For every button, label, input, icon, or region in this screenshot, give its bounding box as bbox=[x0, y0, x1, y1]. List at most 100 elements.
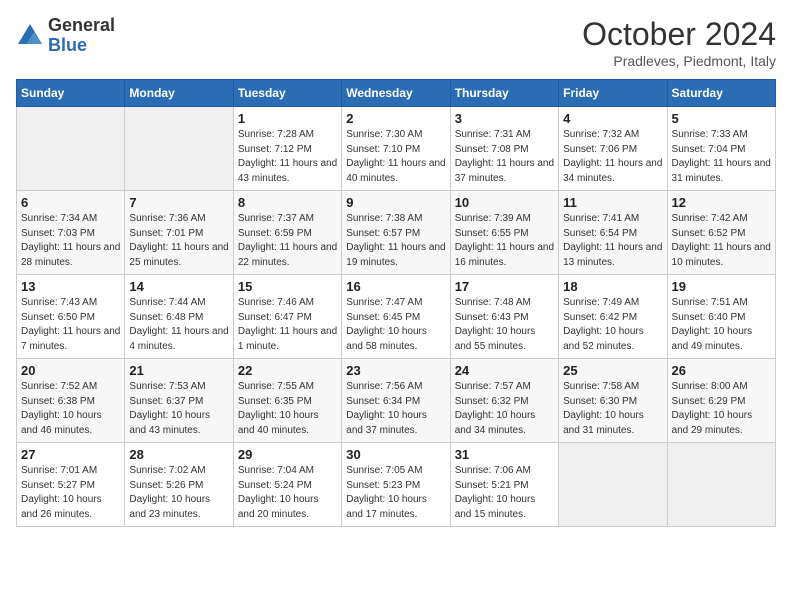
day-detail: Sunrise: 7:33 AMSunset: 7:04 PMDaylight:… bbox=[672, 128, 771, 186]
day-number: 26 bbox=[672, 363, 771, 378]
day-number: 18 bbox=[563, 279, 662, 294]
calendar-week-5: 27 Sunrise: 7:01 AMSunset: 5:27 PMDayligh… bbox=[17, 443, 776, 527]
calendar-cell: 6Sunrise: 7:34 AMSunset: 7:03 PMDaylight… bbox=[17, 191, 125, 275]
calendar-cell bbox=[559, 443, 667, 527]
calendar-cell bbox=[667, 443, 775, 527]
day-detail: Sunrise: 7:44 AMSunset: 6:48 PMDaylight:… bbox=[129, 296, 228, 354]
day-detail: Sunrise: 7:55 AMSunset: 6:35 PMDaylight:… bbox=[238, 380, 337, 438]
day-detail: Sunrise: 7:32 AMSunset: 7:06 PMDaylight:… bbox=[563, 128, 662, 186]
day-number: 13 bbox=[21, 279, 120, 294]
day-number: 28 bbox=[129, 447, 228, 462]
calendar-week-2: 6Sunrise: 7:34 AMSunset: 7:03 PMDaylight… bbox=[17, 191, 776, 275]
logo-general: General bbox=[48, 15, 115, 35]
day-detail: Sunrise: 7:31 AMSunset: 7:08 PMDaylight:… bbox=[455, 128, 554, 186]
calendar-cell: 7Sunrise: 7:36 AMSunset: 7:01 PMDaylight… bbox=[125, 191, 233, 275]
day-detail: Sunrise: 7:38 AMSunset: 6:57 PMDaylight:… bbox=[346, 212, 445, 270]
day-detail: Sunrise: 7:58 AMSunset: 6:30 PMDaylight:… bbox=[563, 380, 662, 438]
calendar-week-4: 20 Sunrise: 7:52 AMSunset: 6:38 PMDayligh… bbox=[17, 359, 776, 443]
calendar-cell: 23 Sunrise: 7:56 AMSunset: 6:34 PMDayligh… bbox=[342, 359, 450, 443]
calendar-cell: 2 Sunrise: 7:30 AMSunset: 7:10 PMDaylight… bbox=[342, 107, 450, 191]
day-detail: Sunrise: 7:56 AMSunset: 6:34 PMDaylight:… bbox=[346, 380, 445, 438]
day-number: 8 bbox=[238, 195, 337, 210]
col-header-tuesday: Tuesday bbox=[233, 80, 341, 107]
day-detail: Sunrise: 7:39 AMSunset: 6:55 PMDaylight:… bbox=[455, 212, 554, 270]
col-header-wednesday: Wednesday bbox=[342, 80, 450, 107]
day-number: 30 bbox=[346, 447, 445, 462]
day-detail: Sunrise: 7:36 AMSunset: 7:01 PMDaylight:… bbox=[129, 212, 228, 270]
day-number: 14 bbox=[129, 279, 228, 294]
day-number: 24 bbox=[455, 363, 554, 378]
calendar-cell: 4Sunrise: 7:32 AMSunset: 7:06 PMDaylight… bbox=[559, 107, 667, 191]
logo-blue: Blue bbox=[48, 35, 87, 55]
day-number: 31 bbox=[455, 447, 554, 462]
day-detail: Sunrise: 7:30 AMSunset: 7:10 PMDaylight:… bbox=[346, 128, 445, 186]
calendar-cell: 15 Sunrise: 7:46 AMSunset: 6:47 PMDayligh… bbox=[233, 275, 341, 359]
calendar-cell: 8 Sunrise: 7:37 AMSunset: 6:59 PMDaylight… bbox=[233, 191, 341, 275]
day-detail: Sunrise: 7:51 AMSunset: 6:40 PMDaylight:… bbox=[672, 296, 771, 354]
calendar-cell: 30Sunrise: 7:05 AMSunset: 5:23 PMDayligh… bbox=[342, 443, 450, 527]
day-number: 23 bbox=[346, 363, 445, 378]
col-header-saturday: Saturday bbox=[667, 80, 775, 107]
day-number: 25 bbox=[563, 363, 662, 378]
day-detail: Sunrise: 7:43 AMSunset: 6:50 PMDaylight:… bbox=[21, 296, 120, 354]
logo-text: General Blue bbox=[48, 16, 115, 56]
day-detail: Sunrise: 7:42 AMSunset: 6:52 PMDaylight:… bbox=[672, 212, 771, 270]
calendar-cell: 29Sunrise: 7:04 AMSunset: 5:24 PMDayligh… bbox=[233, 443, 341, 527]
page-header: General Blue October 2024 Pradleves, Pie… bbox=[16, 16, 776, 69]
calendar-cell: 9 Sunrise: 7:38 AMSunset: 6:57 PMDaylight… bbox=[342, 191, 450, 275]
calendar-cell: 10 Sunrise: 7:39 AMSunset: 6:55 PMDayligh… bbox=[450, 191, 558, 275]
calendar-cell: 5Sunrise: 7:33 AMSunset: 7:04 PMDaylight… bbox=[667, 107, 775, 191]
day-detail: Sunrise: 7:02 AMSunset: 5:26 PMDaylight:… bbox=[129, 464, 228, 522]
day-detail: Sunrise: 8:00 AMSunset: 6:29 PMDaylight:… bbox=[672, 380, 771, 438]
calendar-cell: 20 Sunrise: 7:52 AMSunset: 6:38 PMDayligh… bbox=[17, 359, 125, 443]
calendar-cell: 1 Sunrise: 7:28 AMSunset: 7:12 PMDaylight… bbox=[233, 107, 341, 191]
calendar-cell: 16Sunrise: 7:47 AMSunset: 6:45 PMDayligh… bbox=[342, 275, 450, 359]
calendar-cell: 24 Sunrise: 7:57 AMSunset: 6:32 PMDayligh… bbox=[450, 359, 558, 443]
calendar-cell: 31 Sunrise: 7:06 AMSunset: 5:21 PMDayligh… bbox=[450, 443, 558, 527]
day-number: 27 bbox=[21, 447, 120, 462]
calendar-cell: 12 Sunrise: 7:42 AMSunset: 6:52 PMDayligh… bbox=[667, 191, 775, 275]
day-detail: Sunrise: 7:01 AMSunset: 5:27 PMDaylight:… bbox=[21, 464, 120, 522]
col-header-friday: Friday bbox=[559, 80, 667, 107]
day-number: 3 bbox=[455, 111, 554, 126]
calendar-cell bbox=[17, 107, 125, 191]
col-header-sunday: Sunday bbox=[17, 80, 125, 107]
day-detail: Sunrise: 7:53 AMSunset: 6:37 PMDaylight:… bbox=[129, 380, 228, 438]
day-number: 2 bbox=[346, 111, 445, 126]
col-header-thursday: Thursday bbox=[450, 80, 558, 107]
day-detail: Sunrise: 7:52 AMSunset: 6:38 PMDaylight:… bbox=[21, 380, 120, 438]
title-block: October 2024 Pradleves, Piedmont, Italy bbox=[582, 16, 776, 69]
day-number: 12 bbox=[672, 195, 771, 210]
day-detail: Sunrise: 7:34 AMSunset: 7:03 PMDaylight:… bbox=[21, 212, 120, 270]
day-number: 1 bbox=[238, 111, 337, 126]
day-detail: Sunrise: 7:49 AMSunset: 6:42 PMDaylight:… bbox=[563, 296, 662, 354]
day-detail: Sunrise: 7:06 AMSunset: 5:21 PMDaylight:… bbox=[455, 464, 554, 522]
day-detail: Sunrise: 7:46 AMSunset: 6:47 PMDaylight:… bbox=[238, 296, 337, 354]
day-number: 22 bbox=[238, 363, 337, 378]
day-detail: Sunrise: 7:47 AMSunset: 6:45 PMDaylight:… bbox=[346, 296, 445, 354]
day-number: 15 bbox=[238, 279, 337, 294]
day-number: 21 bbox=[129, 363, 228, 378]
calendar-week-1: 1 Sunrise: 7:28 AMSunset: 7:12 PMDaylight… bbox=[17, 107, 776, 191]
day-number: 17 bbox=[455, 279, 554, 294]
calendar-cell: 14 Sunrise: 7:44 AMSunset: 6:48 PMDayligh… bbox=[125, 275, 233, 359]
calendar-cell: 13 Sunrise: 7:43 AMSunset: 6:50 PMDayligh… bbox=[17, 275, 125, 359]
day-number: 10 bbox=[455, 195, 554, 210]
day-number: 9 bbox=[346, 195, 445, 210]
calendar-cell: 21 Sunrise: 7:53 AMSunset: 6:37 PMDayligh… bbox=[125, 359, 233, 443]
logo: General Blue bbox=[16, 16, 115, 56]
day-number: 11 bbox=[563, 195, 662, 210]
logo-icon bbox=[16, 22, 44, 50]
day-detail: Sunrise: 7:41 AMSunset: 6:54 PMDaylight:… bbox=[563, 212, 662, 270]
calendar-cell: 28 Sunrise: 7:02 AMSunset: 5:26 PMDayligh… bbox=[125, 443, 233, 527]
calendar-cell: 26 Sunrise: 8:00 AMSunset: 6:29 PMDayligh… bbox=[667, 359, 775, 443]
col-header-monday: Monday bbox=[125, 80, 233, 107]
month-title: October 2024 bbox=[582, 16, 776, 53]
calendar-cell: 25 Sunrise: 7:58 AMSunset: 6:30 PMDayligh… bbox=[559, 359, 667, 443]
day-detail: Sunrise: 7:57 AMSunset: 6:32 PMDaylight:… bbox=[455, 380, 554, 438]
day-detail: Sunrise: 7:28 AMSunset: 7:12 PMDaylight:… bbox=[238, 128, 337, 186]
day-number: 29 bbox=[238, 447, 337, 462]
day-detail: Sunrise: 7:37 AMSunset: 6:59 PMDaylight:… bbox=[238, 212, 337, 270]
day-number: 20 bbox=[21, 363, 120, 378]
calendar-cell: 17Sunrise: 7:48 AMSunset: 6:43 PMDayligh… bbox=[450, 275, 558, 359]
